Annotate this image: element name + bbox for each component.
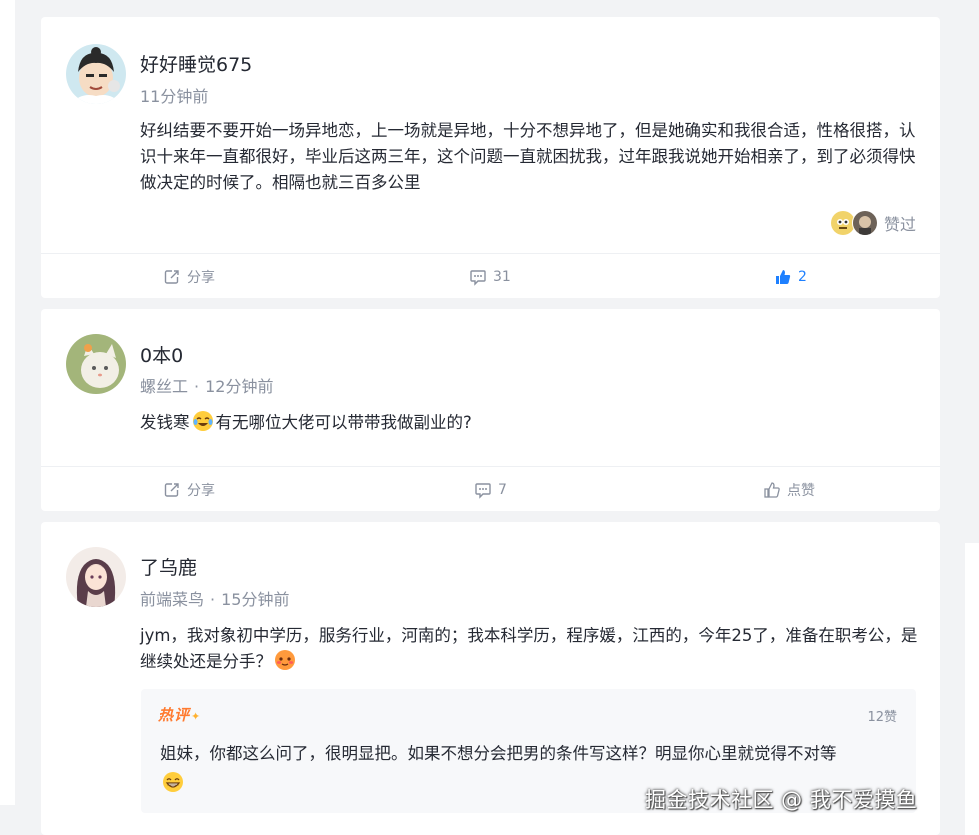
share-button[interactable]: 分享	[163, 254, 215, 298]
hot-comment-badge: 热评✦	[158, 704, 201, 725]
post-card: 好好睡觉675 11分钟前 好纠结要不要开始一场异地恋，上一场就是异地，十分不想…	[41, 17, 940, 298]
post-time: 11分钟前	[140, 87, 209, 106]
post-time: 12分钟前	[205, 377, 274, 396]
hot-comment-content: 姐妹，你都这么问了，很明显把。如果不想分会把男的条件写这样？明显你心里就觉得不对…	[160, 744, 837, 763]
crying-laughing-emoji-icon	[192, 411, 213, 431]
grinning-emoji-icon	[163, 772, 183, 792]
left-panel-edge	[0, 0, 15, 805]
avatar[interactable]	[66, 44, 126, 104]
share-icon	[164, 270, 179, 284]
avatar[interactable]	[66, 334, 126, 394]
author-name[interactable]: 了乌鹿	[140, 553, 197, 580]
post-time: 15分钟前	[221, 590, 290, 609]
embarrassed-emoji-icon	[275, 650, 295, 670]
comment-icon	[475, 483, 491, 499]
like-label: 点赞	[787, 483, 815, 499]
thumb-up-icon	[764, 482, 780, 498]
sparkle-icon: ✦	[191, 710, 202, 723]
comment-count: 31	[493, 269, 511, 285]
share-icon	[164, 483, 179, 497]
author-title: 螺丝工	[140, 377, 189, 396]
liker-avatar	[851, 210, 878, 236]
post-content: 好纠结要不要开始一场异地恋，上一场就是异地，十分不想异地了，但是她确实和我很合适…	[140, 121, 916, 192]
meta-separator: ·	[210, 590, 216, 609]
like-button[interactable]: 2	[774, 254, 807, 298]
comment-icon	[470, 270, 486, 286]
post-card: 0本0 螺丝工 · 12分钟前 发钱寒 有无哪位大佬可以带带我做副业的? 分享 7 点…	[41, 309, 940, 511]
share-label: 分享	[187, 483, 215, 499]
hot-comment-likes: 12赞	[867, 710, 897, 725]
author-meta: 螺丝工 · 12分钟前	[140, 373, 273, 397]
watermark: 掘金技术社区 @ 我不爱摸鱼	[645, 788, 918, 812]
comment-button[interactable]: 7	[474, 467, 507, 511]
like-button[interactable]: 点赞	[763, 467, 815, 511]
share-label: 分享	[187, 270, 215, 286]
like-count: 2	[798, 269, 807, 285]
hot-badge-text: 热评	[158, 706, 191, 724]
comment-button[interactable]: 31	[469, 254, 511, 298]
author-name[interactable]: 好好睡觉675	[140, 50, 252, 77]
author-name[interactable]: 0本0	[140, 341, 183, 368]
liked-by[interactable]: 赞过	[829, 210, 916, 236]
share-button[interactable]: 分享	[163, 467, 215, 511]
post-content: 发钱寒 有无哪位大佬可以带带我做副业的?	[140, 410, 930, 436]
post-content: jym，我对象初中学历，服务行业，河南的；我本科学历，程序媛，江西的，今年25了…	[140, 623, 930, 675]
thumb-up-icon	[776, 270, 791, 284]
content-text: jym，我对象初中学历，服务行业，河南的；我本科学历，程序媛，江西的，今年25了…	[140, 626, 918, 671]
content-text: 发钱寒	[140, 413, 190, 432]
liked-label: 赞过	[883, 215, 916, 234]
content-text: 有无哪位大佬可以带带我做副业的?	[215, 413, 472, 432]
author-title: 前端菜鸟	[140, 590, 205, 609]
meta-separator: ·	[194, 377, 200, 396]
comment-count: 7	[498, 482, 507, 498]
avatar[interactable]	[66, 547, 126, 607]
action-bar: 分享 7 点赞	[41, 466, 940, 511]
action-bar: 分享 31 2	[41, 253, 940, 298]
right-panel-edge	[965, 543, 979, 835]
author-meta: 前端菜鸟 · 15分钟前	[140, 586, 289, 610]
